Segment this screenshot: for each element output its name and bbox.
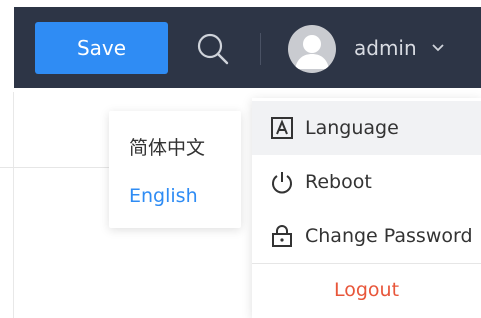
app-screen: Save admin 简体中文 English Language Reboot … (0, 0, 481, 318)
power-icon (272, 172, 292, 194)
save-button[interactable]: Save (35, 22, 168, 74)
content-divider (0, 167, 110, 168)
language-icon (271, 117, 293, 139)
search-icon[interactable] (196, 32, 230, 66)
language-submenu: 简体中文 English (109, 111, 241, 228)
content-border (13, 92, 14, 318)
language-option-english[interactable]: English (129, 185, 198, 207)
menu-item-label: Reboot (305, 171, 372, 193)
header: Save admin (0, 0, 481, 92)
user-avatar-icon (288, 25, 336, 73)
user-menu-trigger[interactable]: admin (288, 24, 458, 74)
language-option-chinese[interactable]: 简体中文 (129, 133, 205, 160)
header-divider (260, 33, 261, 65)
menu-item-reboot[interactable]: Reboot (252, 155, 481, 209)
lock-icon (272, 225, 292, 247)
logout-button[interactable]: Logout (252, 268, 481, 312)
menu-divider (252, 263, 481, 264)
menu-item-change-password[interactable]: Change Password (252, 209, 481, 263)
chevron-down-icon (432, 44, 444, 52)
menu-item-language[interactable]: Language (252, 101, 481, 155)
user-name: admin (354, 36, 417, 60)
user-dropdown-menu: Language Reboot Change Password Logout (252, 98, 481, 318)
menu-item-label: Language (305, 117, 399, 139)
menu-item-label: Change Password (305, 225, 473, 247)
